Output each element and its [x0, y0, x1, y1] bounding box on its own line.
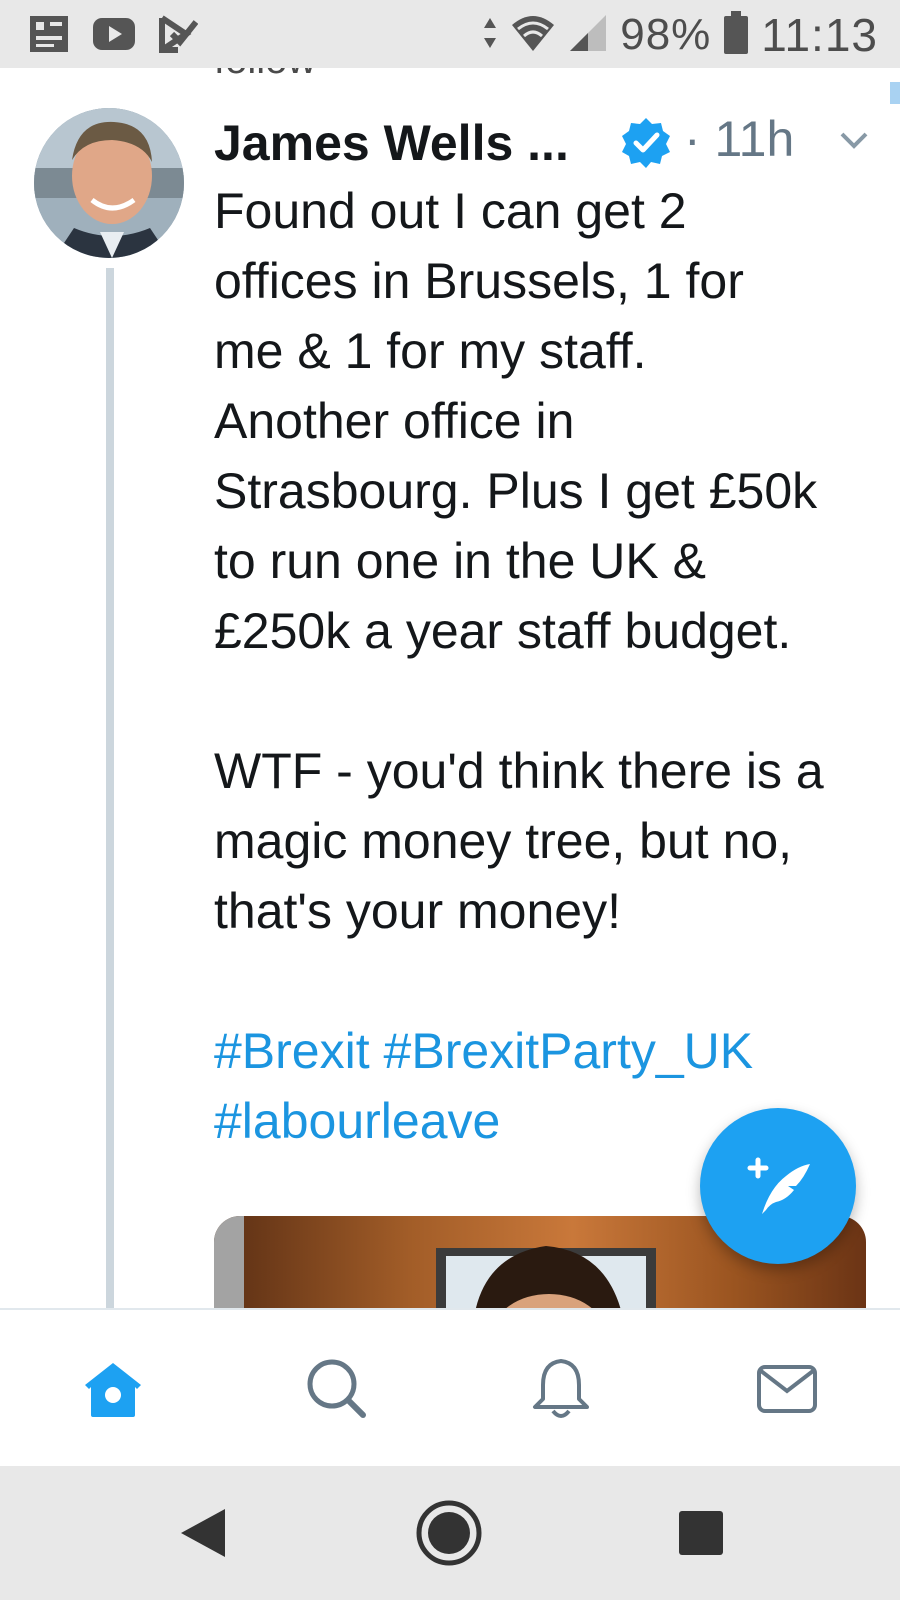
status-bar: 98% 11:13: [0, 0, 900, 68]
tweet-line: WTF - you'd think there is a: [214, 743, 824, 799]
tasks-icon: [158, 14, 199, 59]
wifi-icon: [510, 13, 556, 58]
tweet-line: that's your money!: [214, 883, 621, 939]
tab-notifications[interactable]: [526, 1354, 596, 1424]
tweet-line: Found out I can get 2: [214, 183, 687, 239]
status-system-icons: 98% 11:13: [482, 8, 878, 62]
scroll-indicator: [890, 82, 900, 104]
home-icon: [85, 1363, 141, 1417]
signal-icon: [568, 13, 608, 58]
status-notification-icons: [28, 14, 199, 59]
thread-line: [106, 268, 114, 1308]
data-arrows-icon: [482, 16, 498, 55]
bottom-tab-bar: [0, 1308, 900, 1468]
author-avatar[interactable]: [34, 108, 184, 258]
recents-button[interactable]: [666, 1498, 736, 1568]
tab-messages[interactable]: [752, 1354, 822, 1424]
tweet-paragraph: Found out I can get 2 offices in Brussel…: [214, 176, 864, 666]
tweet-line: to run one in the UK &: [214, 533, 706, 589]
tweet-line: magic money tree, but no,: [214, 813, 793, 869]
hashtag-link[interactable]: #labourleave: [214, 1093, 500, 1149]
tab-home[interactable]: [78, 1354, 148, 1424]
youtube-icon: [92, 17, 136, 56]
chevron-down-icon[interactable]: [834, 120, 874, 160]
bell-icon: [533, 1359, 589, 1418]
previous-tweet-cutoff-text: follow: [214, 68, 316, 83]
home-circle-icon: [416, 1500, 482, 1566]
hashtag-link[interactable]: #Brexit: [214, 1023, 370, 1079]
tweet-header: James Wells ... · 11h: [214, 108, 868, 178]
back-button[interactable]: [168, 1498, 238, 1568]
home-system-button[interactable]: [414, 1498, 484, 1568]
compose-tweet-button[interactable]: [700, 1108, 856, 1264]
hashtag-link[interactable]: #BrexitParty_UK: [384, 1023, 754, 1079]
tweet-line: me & 1 for my staff.: [214, 323, 647, 379]
system-navigation-bar: [0, 1466, 900, 1600]
tab-search[interactable]: [302, 1354, 372, 1424]
search-icon: [307, 1359, 366, 1418]
back-triangle-icon: [181, 1509, 225, 1557]
tweet-line: Another office in: [214, 393, 575, 449]
compose-feather-icon: [747, 1157, 810, 1214]
mail-icon: [757, 1365, 817, 1413]
tweet-timestamp[interactable]: · 11h: [684, 110, 794, 168]
battery-icon: [723, 10, 749, 60]
author-name[interactable]: James Wells ...: [214, 114, 569, 172]
tweet-paragraph: WTF - you'd think there is a magic money…: [214, 736, 864, 946]
tweet-line: offices in Brussels, 1 for: [214, 253, 744, 309]
clock: 11:13: [761, 9, 878, 61]
verified-badge-icon: [620, 116, 672, 168]
tweet-line: Strasbourg. Plus I get £50k: [214, 463, 818, 519]
notification-icon: [28, 14, 70, 59]
recents-square-icon: [679, 1511, 723, 1555]
tweet-line: £250k a year staff budget.: [214, 603, 792, 659]
battery-percent: 98%: [620, 10, 712, 59]
tweet-text: Found out I can get 2 offices in Brussel…: [214, 176, 864, 1156]
